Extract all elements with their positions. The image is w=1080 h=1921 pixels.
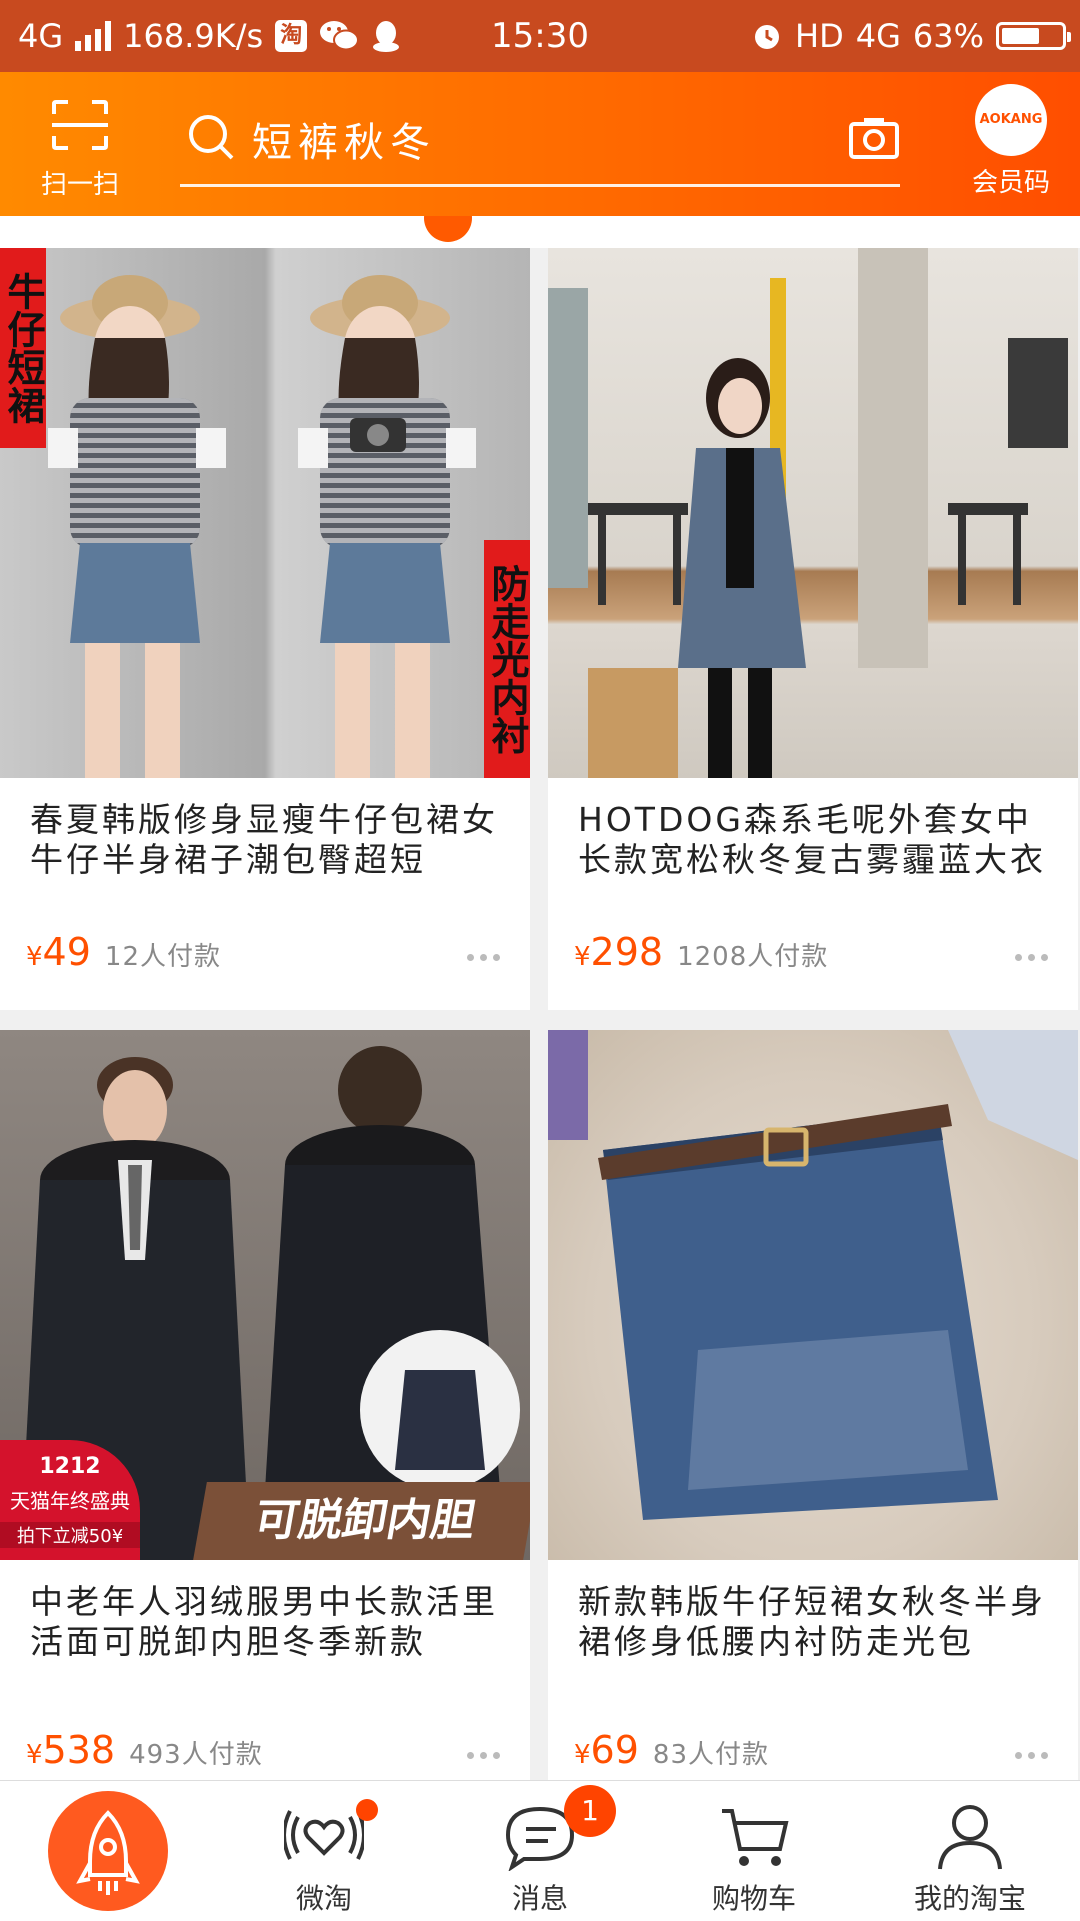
price-row: ¥298 1208人付款: [574, 930, 828, 980]
banner-strip: [0, 216, 1080, 248]
member-code-label: 会员码: [971, 168, 1050, 198]
search-bar[interactable]: 短裤秋冬: [180, 92, 900, 187]
nav-cart[interactable]: 购物车: [664, 1781, 844, 1921]
battery-icon: [996, 22, 1071, 50]
nav-label: 消息: [511, 1882, 568, 1915]
user-icon: [938, 1805, 1002, 1870]
scan-label: 扫一扫: [40, 170, 119, 200]
product-title[interactable]: 中老年人羽绒服男中长款活里活面可脱卸内胆冬季新款: [30, 1582, 500, 1662]
camera-icon[interactable]: [848, 114, 900, 160]
status-bar: 4G 168.9K/s 淘 15:30 HD 4G 63%: [0, 0, 1080, 72]
scan-button[interactable]: 扫一扫: [30, 98, 130, 201]
tag-denim-skirt: 牛仔短裙: [0, 248, 46, 448]
nav-label: 微淘: [295, 1882, 352, 1915]
signal-icon: [75, 21, 112, 51]
home-button[interactable]: [48, 1791, 168, 1911]
message-count-badge: 1: [564, 1785, 616, 1837]
product-image[interactable]: [548, 248, 1078, 778]
battery-percent: 63%: [912, 17, 984, 55]
denim-skirt-illustration: [548, 1030, 1078, 1520]
detachable-liner-banner: 可脱卸内胆: [193, 1482, 530, 1560]
wechat-icon: [320, 21, 360, 51]
price-row: ¥538 493人付款: [26, 1728, 263, 1778]
paid-count: 493人付款: [129, 1740, 263, 1770]
coat-illustration: [548, 248, 1068, 778]
new-dot-badge: [356, 1799, 378, 1821]
nav-label: 购物车: [711, 1882, 796, 1915]
double-12-badge: 1212 天猫年终盛典 拍下立减50¥: [0, 1440, 140, 1560]
product-title[interactable]: HOTDOG森系毛呢外套女中长款宽松秋冬复古雾霾蓝大衣: [578, 800, 1048, 880]
network-label: 4G: [18, 17, 64, 55]
product-price: ¥298: [574, 930, 664, 974]
more-icon[interactable]: [467, 954, 500, 961]
member-code-button[interactable]: AOKANG 会员码: [966, 84, 1056, 199]
tag-anti-exposure: 防走光内衬: [484, 540, 530, 778]
more-icon[interactable]: [1015, 954, 1048, 961]
product-card[interactable]: 新款韩版牛仔短裙女秋冬半身裙修身低腰内衬防走光包 ¥69 83人付款: [548, 1030, 1078, 1808]
product-price: ¥538: [26, 1728, 116, 1772]
product-card[interactable]: 牛仔短裙 防走光内衬 春夏韩版修身显瘦牛仔包裙女牛仔半身裙子潮包臀超短 ¥49 …: [0, 248, 530, 1010]
product-image[interactable]: 牛仔短裙 防走光内衬: [0, 248, 530, 778]
product-title[interactable]: 春夏韩版修身显瘦牛仔包裙女牛仔半身裙子潮包臀超短: [30, 800, 500, 880]
product-image[interactable]: [548, 1030, 1078, 1560]
more-icon[interactable]: [1015, 1752, 1048, 1759]
nav-my-taobao[interactable]: 我的淘宝: [880, 1781, 1060, 1921]
status-right: HD 4G 63%: [751, 0, 1071, 72]
alarm-icon: [755, 25, 780, 49]
product-price: ¥49: [26, 930, 91, 974]
paid-count: 83人付款: [652, 1740, 769, 1770]
search-icon: [189, 115, 234, 160]
network-right-label: 4G: [855, 17, 901, 55]
product-image[interactable]: 1212 天猫年终盛典 拍下立减50¥ 可脱卸内胆: [0, 1030, 530, 1560]
cart-icon: [722, 1809, 789, 1866]
nav-home[interactable]: [0, 1781, 180, 1921]
strip-dot-icon: [424, 216, 472, 242]
taobao-icon: 淘: [275, 20, 308, 52]
product-card[interactable]: HOTDOG森系毛呢外套女中长款宽松秋冬复古雾霾蓝大衣 ¥298 1208人付款: [548, 248, 1078, 1010]
product-price: ¥69: [574, 1728, 639, 1772]
price-row: ¥49 12人付款: [26, 930, 221, 980]
product-title[interactable]: 新款韩版牛仔短裙女秋冬半身裙修身低腰内衬防走光包: [578, 1582, 1048, 1662]
model-illustration: [48, 275, 476, 778]
bottom-nav: 微淘 1 消息 购物车 我的淘宝: [0, 1780, 1080, 1921]
nav-weitao[interactable]: 微淘: [234, 1781, 414, 1921]
network-speed: 168.9K/s: [123, 17, 264, 55]
qq-icon: [373, 21, 400, 52]
scan-icon: [52, 100, 108, 150]
top-header: 扫一扫 短裤秋冬 AOKANG 会员码: [0, 72, 1080, 216]
more-icon[interactable]: [467, 1752, 500, 1759]
aokang-logo: AOKANG: [975, 84, 1047, 156]
hd-label: HD: [795, 17, 844, 55]
nav-messages[interactable]: 1 消息: [450, 1781, 630, 1921]
product-card[interactable]: 1212 天猫年终盛典 拍下立减50¥ 可脱卸内胆 中老年人羽绒服男中长款活里活…: [0, 1030, 530, 1808]
nav-label: 我的淘宝: [913, 1882, 1026, 1915]
search-input[interactable]: 短裤秋冬: [252, 110, 436, 168]
price-row: ¥69 83人付款: [574, 1728, 769, 1778]
rocket-icon: [76, 1810, 140, 1895]
status-left: 4G 168.9K/s 淘: [18, 0, 401, 72]
heart-signal-icon: [284, 1810, 364, 1860]
paid-count: 12人付款: [104, 942, 221, 972]
paid-count: 1208人付款: [677, 942, 829, 972]
